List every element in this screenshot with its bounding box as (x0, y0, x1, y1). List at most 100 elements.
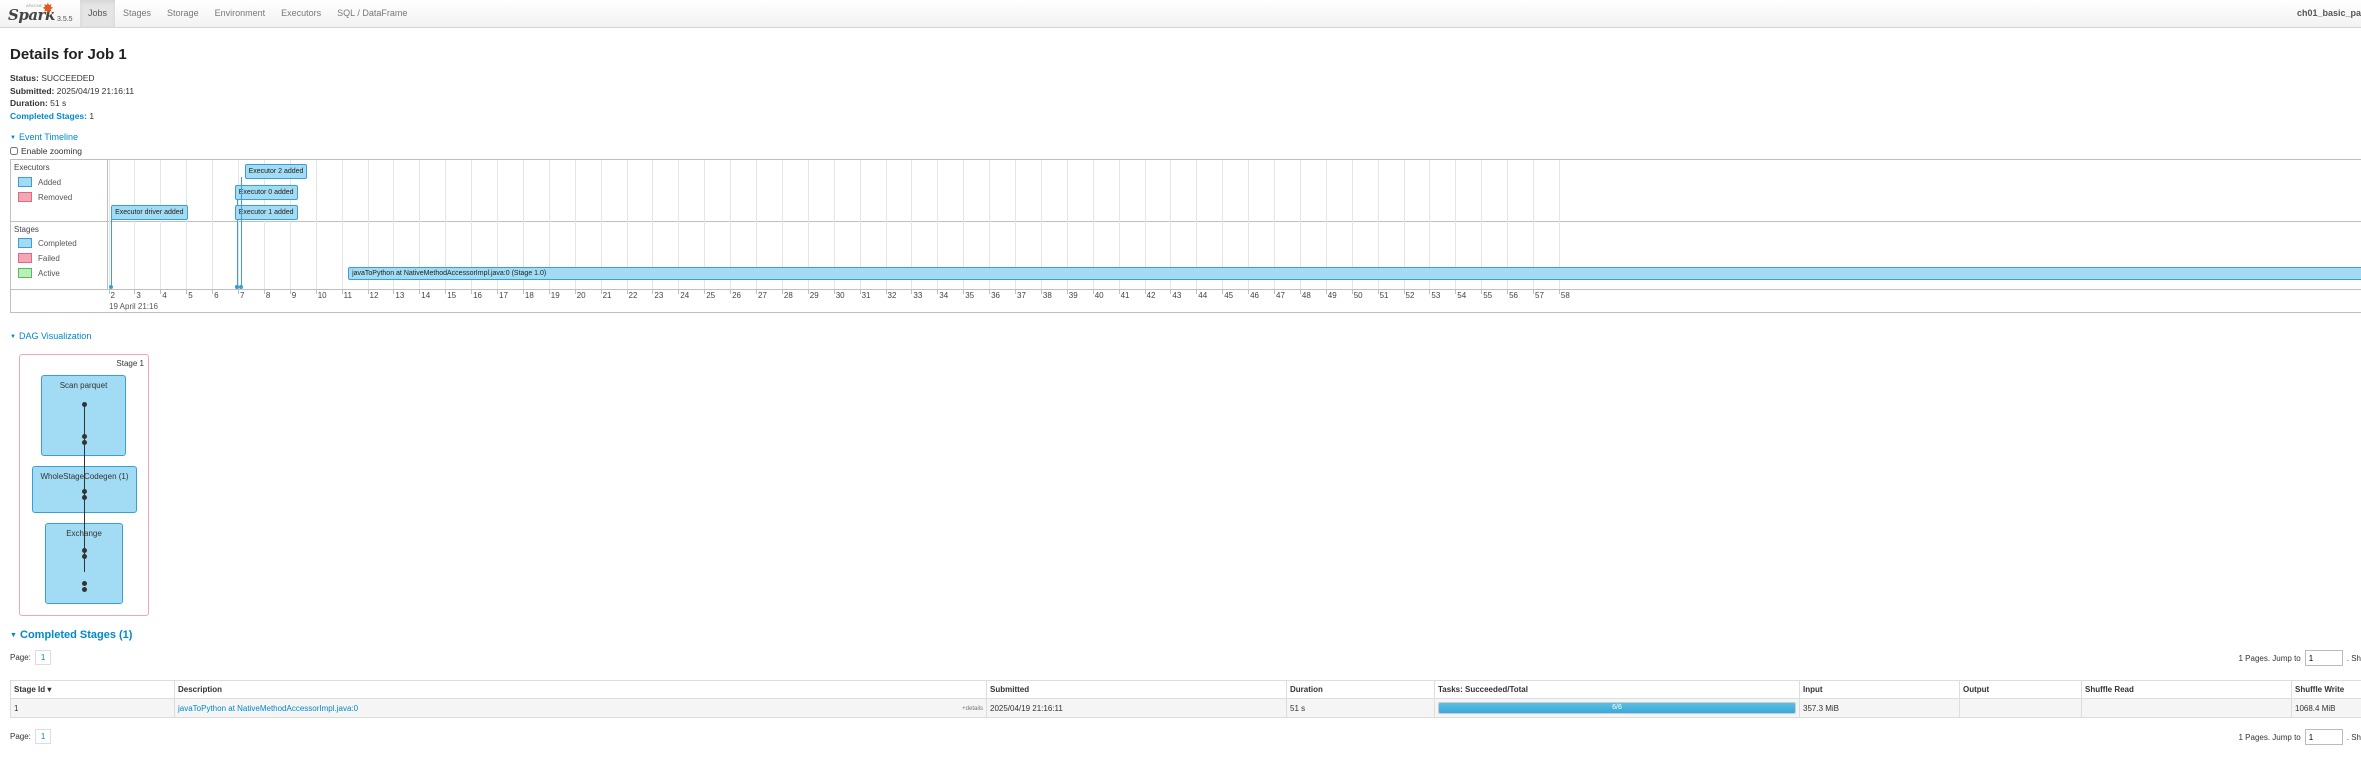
timeline-tick-label: 19 (550, 291, 560, 300)
timeline-tick-label: 54 (1457, 291, 1467, 300)
timeline-tick-mark (367, 289, 369, 294)
enable-zooming[interactable]: Enable zooming (10, 146, 82, 156)
nav-tab-storage[interactable]: Storage (159, 0, 207, 27)
timeline-tick-mark (1066, 289, 1068, 294)
nav-tabs: Jobs Stages Storage Environment Executors SQL… (80, 0, 415, 27)
column-header-tasks[interactable]: Tasks: Succeeded/Total (1434, 680, 1800, 699)
nav-tab-jobs[interactable]: Jobs (80, 0, 116, 27)
timeline-tick-mark (263, 289, 265, 294)
spark-logo[interactable]: APACHE Spark ✸ 3.5.5 (8, 0, 78, 26)
timeline-tick-label: 32 (887, 291, 897, 300)
timeline-tick-label: 57 (1535, 291, 1544, 300)
legend-swatch (18, 238, 32, 248)
nav-tab-environment[interactable]: Environment (207, 0, 274, 27)
column-header-output[interactable]: Output (1959, 680, 2082, 699)
executor-event[interactable]: Executor 1 added (234, 205, 298, 220)
dag-operator-dot (82, 489, 87, 494)
timeline-tick-label: 45 (1224, 291, 1234, 300)
enable-zooming-checkbox[interactable] (10, 147, 18, 155)
stage-event-bar[interactable]: javaToPython at NativeMethodAccessorImpl… (348, 267, 2361, 280)
pager-bottom-right: 1 Pages. Jump to . Sh (2239, 729, 2361, 745)
nav-tab-sql[interactable]: SQL / DataFrame (329, 0, 415, 27)
column-header-duration[interactable]: Duration (1286, 680, 1435, 699)
timeline-gridline (160, 160, 162, 289)
column-header-input[interactable]: Input (1799, 680, 1960, 699)
dag-stage-cluster: Stage 1 Scan parquet WholeStageCodegen (… (19, 354, 149, 616)
status-label: Status: (10, 73, 39, 83)
timeline-tick-mark (1455, 289, 1457, 294)
timeline-tick-mark (393, 289, 395, 294)
timeline-tick-mark (859, 289, 861, 294)
column-header-shuffle-write[interactable]: Shuffle Write (2291, 680, 2361, 699)
timeline-tick-label: 10 (317, 291, 327, 300)
caret-down-icon: ▼ (10, 632, 17, 639)
completed-stages-table: Stage Id ▾ Description Submitted Duratio… (10, 680, 2361, 718)
timeline-tick-label: 11 (343, 291, 352, 300)
timeline-tick-mark (1170, 289, 1172, 294)
timeline-tick-mark (212, 289, 214, 294)
timeline-tick-mark (885, 289, 887, 294)
timeline-tick-mark (781, 289, 783, 294)
timeline-tick-mark (419, 289, 421, 294)
timeline-gridline (108, 160, 110, 289)
dag-visualization-toggle[interactable]: ▼ DAG Visualization (10, 331, 91, 341)
dag-operator-dot (82, 440, 87, 445)
column-header-stage-id[interactable]: Stage Id ▾ (10, 680, 175, 699)
page-label: Page: (10, 732, 31, 741)
timeline-tick-label: 49 (1327, 291, 1337, 300)
column-header-submitted[interactable]: Submitted (986, 680, 1287, 699)
timeline-tick-mark (1299, 289, 1301, 294)
stage-description-link[interactable]: javaToPython at NativeMethodAccessorImpl… (178, 704, 358, 713)
timeline-tick-mark (1429, 289, 1431, 294)
executor-event[interactable]: Executor 2 added (244, 164, 308, 179)
timeline-tick-mark (548, 289, 550, 294)
timeline-tick-mark (445, 289, 447, 294)
cell-duration: 51 s (1286, 698, 1435, 718)
cell-description: javaToPython at NativeMethodAccessorImpl… (174, 698, 987, 718)
timeline-tick-label: 58 (1560, 291, 1570, 300)
timeline-tick-label: 31 (861, 291, 871, 300)
timeline-tick-mark (678, 289, 680, 294)
show-text: . Sh (2346, 732, 2361, 742)
jump-to-page-input[interactable] (2304, 729, 2343, 745)
executors-group-label: Executors (14, 163, 50, 172)
completed-stages-heading[interactable]: ▼ Completed Stages (1) (10, 629, 132, 641)
pager-top-left: Page: 1 (10, 650, 52, 665)
timeline-tick-mark (186, 289, 188, 294)
column-header-shuffle-read[interactable]: Shuffle Read (2081, 680, 2292, 699)
spark-version: 3.5.5 (57, 16, 73, 23)
timeline-tick-label: 41 (1120, 291, 1130, 300)
timeline-tick-label: 14 (421, 291, 431, 300)
timeline-tick-label: 40 (1094, 291, 1104, 300)
details-toggle[interactable]: +details (962, 706, 983, 712)
completed-stages-link[interactable]: Completed Stages: (10, 111, 87, 121)
job-summary: Status: SUCCEEDED Submitted: 2025/04/19 … (10, 72, 134, 122)
timeline-tick-label: 35 (965, 291, 975, 300)
executor-event[interactable]: Executor 0 added (234, 185, 298, 200)
page-number-button[interactable]: 1 (34, 729, 52, 744)
timeline-tick-mark (1377, 289, 1379, 294)
timeline-gridline (238, 160, 239, 289)
event-timeline-toggle[interactable]: ▼ Event Timeline (10, 132, 78, 142)
timeline-tick-mark (1325, 289, 1327, 294)
timeline-tick-mark (600, 289, 602, 294)
timeline-tick-label: 52 (1405, 291, 1415, 300)
timeline-tick-label: 8 (265, 291, 271, 300)
timeline-tick-label: 15 (447, 291, 457, 300)
timeline-tick-label: 9 (291, 291, 297, 300)
cell-shuffle-read (2081, 698, 2292, 718)
timeline-tick-label: 20 (576, 291, 586, 300)
cell-stage-id: 1 (10, 698, 175, 718)
timeline-tick-mark (730, 289, 732, 294)
timeline-gridline (341, 160, 343, 289)
column-header-description[interactable]: Description (174, 680, 987, 699)
page-number-button[interactable]: 1 (34, 650, 52, 665)
executor-event[interactable]: Executor driver added (111, 205, 188, 220)
legend-swatch (18, 268, 32, 278)
nav-tab-executors[interactable]: Executors (273, 0, 329, 27)
timeline-tick-label: 56 (1509, 291, 1518, 300)
jump-to-page-input[interactable] (2304, 650, 2343, 666)
executor-event-dot (238, 285, 243, 289)
timeline-tick-mark (1092, 289, 1094, 294)
nav-tab-stages[interactable]: Stages (115, 0, 159, 27)
